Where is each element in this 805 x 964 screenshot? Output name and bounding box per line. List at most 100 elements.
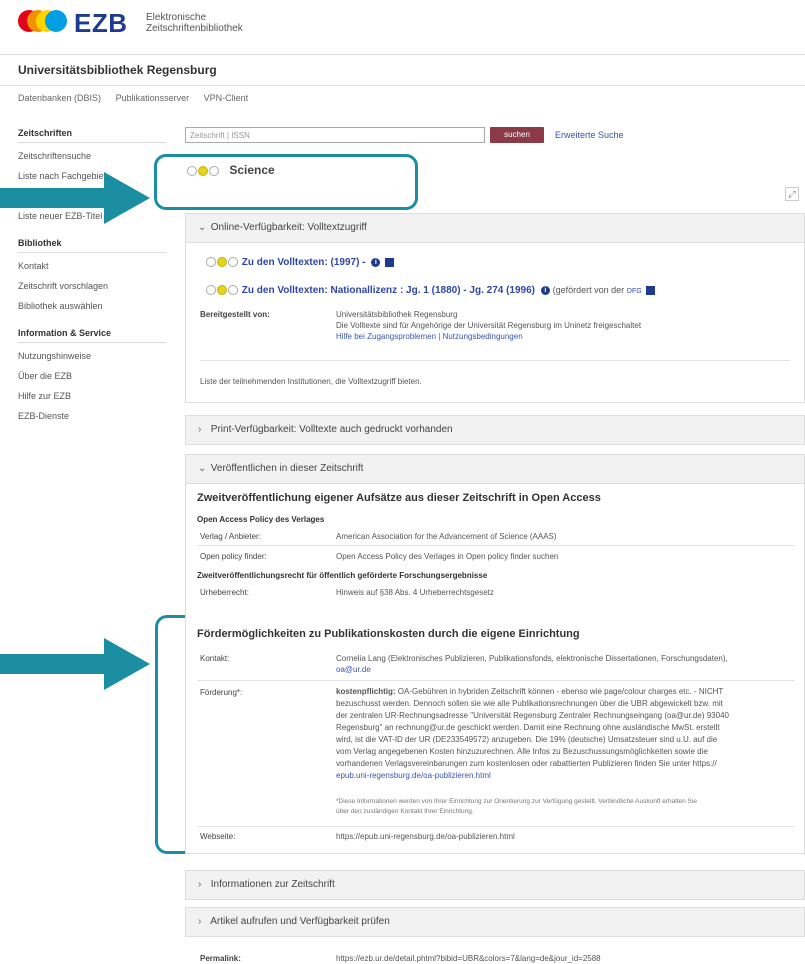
sidebar-item-select-library[interactable]: Bibliothek auswählen <box>18 296 166 316</box>
chevron-down-icon: ⌄ <box>198 222 207 233</box>
publisher-value: American Association for the Advancement… <box>336 532 557 541</box>
sidebar-head-journals: Zeitschriften <box>18 124 166 143</box>
copyright-label: Urheberrecht: <box>200 588 249 597</box>
contact-person: Cornelia Lang (Elektronisches Publiziere… <box>336 654 728 663</box>
finder-label: Open policy finder: <box>200 552 267 561</box>
print-availability-header[interactable]: › Print-Verfügbarkeit: Volltexte auch ge… <box>186 416 804 444</box>
journal-info-panel[interactable]: › Informationen zur Zeitschrift <box>185 870 805 900</box>
provided-by-label: Bereitgestellt von: <box>200 310 270 319</box>
arrow-right-icon-top <box>0 172 150 224</box>
sidebar-head-info: Information & Service <box>18 324 166 343</box>
oa-title: Zweitveröffentlichung eigener Aufsätze a… <box>197 492 601 504</box>
funding-line: vom Verlag angegebenen Kosten hinzuzurec… <box>336 747 708 756</box>
journal-info-title: Informationen zur Zeitschrift <box>210 879 335 890</box>
logo-circles-icon <box>18 10 78 34</box>
funding-title: Fördermöglichkeiten zu Publikationskoste… <box>197 628 580 640</box>
callout-box-title <box>154 154 418 210</box>
permalink-label: Permalink: <box>200 954 241 963</box>
divider <box>200 360 790 361</box>
website-link[interactable]: https://epub.uni-regensburg.de/oa-publiz… <box>336 831 515 842</box>
logo-subtitle: Elektronische Zeitschriftenbibliothek <box>146 12 266 34</box>
topnav-vpn-client[interactable]: VPN-Client <box>204 93 249 103</box>
dfg-note: (gefördert von der <box>552 285 625 295</box>
online-availability-panel: ⌄ Online-Verfügbarkeit: Volltextzugriff <box>185 213 805 403</box>
sidebar-head-library: Bibliothek <box>18 234 166 253</box>
details-icon[interactable] <box>385 257 395 267</box>
oa-policy-head: Open Access Policy des Verlages <box>197 515 325 524</box>
top-nav: Datenbanken (DBIS) Publikationsserver VP… <box>18 93 260 103</box>
funding-status: kostenpflichtig: <box>336 687 396 696</box>
funding-line: bezuschusst werden. Dennoch sollen sie w… <box>336 699 723 708</box>
dfg-logo-link[interactable]: DFG <box>627 288 642 295</box>
publish-title: Veröffentlichen in dieser Zeitschrift <box>210 463 364 474</box>
website-label: Webseite: <box>200 832 236 841</box>
publish-header[interactable]: ⌄ Veröffentlichen in dieser Zeitschrift <box>186 455 804 484</box>
sidebar-item-usage-notes[interactable]: Nutzungshinweise <box>18 346 166 366</box>
contact-email-link[interactable]: oa@ur.de <box>336 664 796 675</box>
advanced-search-link[interactable]: Erweiterte Suche <box>555 130 624 140</box>
logo-sub-line-2: Zeitschriftenbibliothek <box>146 23 243 34</box>
sidebar-item-journal-search[interactable]: Zeitschriftensuche <box>18 146 166 166</box>
topnav-publication-server[interactable]: Publikationsserver <box>116 93 190 103</box>
disclaimer-line-2: über den zuständigen Kontakt Ihrer Einri… <box>336 808 474 815</box>
contact-value: Cornelia Lang (Elektronisches Publiziere… <box>336 653 796 675</box>
info-icon-2[interactable]: i <box>540 285 550 295</box>
arrow-right-icon-bottom <box>0 638 150 690</box>
sidebar-item-help[interactable]: Hilfe zur EZB <box>18 386 166 406</box>
copyright-link[interactable]: Hinweis auf §38 Abs. 4 Urheberrechtsgese… <box>336 587 494 598</box>
funding-line: vorhandenen Verlagsvereinbarungen zum ko… <box>336 759 717 768</box>
article-title: Artikel aufrufen und Verfügbarkeit prüfe… <box>210 916 390 927</box>
access-help-link[interactable]: Hilfe bei Zugangsproblemen | Nutzungsbed… <box>336 331 641 342</box>
sidebar: Zeitschriften Zeitschriftensuche Liste n… <box>18 124 166 426</box>
funding-label: Förderung*: <box>200 688 243 697</box>
fulltext-link-1[interactable]: Zu den Volltexten: (1997) - <box>242 257 366 268</box>
sidebar-item-services[interactable]: EZB-Dienste <box>18 406 166 426</box>
journal-info-header[interactable]: › Informationen zur Zeitschrift <box>186 871 804 899</box>
print-availability-panel[interactable]: › Print-Verfügbarkeit: Volltexte auch ge… <box>185 415 805 445</box>
chevron-right-icon-info: › <box>198 879 202 890</box>
chevron-down-icon-publish: ⌄ <box>198 463 207 474</box>
funding-line: Regensburg" an rechnung@ur.de geschickt … <box>336 723 720 732</box>
divider <box>197 545 795 546</box>
print-availability-title: Print-Verfügbarkeit: Volltexte auch gedr… <box>210 424 453 435</box>
institution-title: Universitätsbibliothek Regensburg <box>18 63 217 77</box>
funding-line: der zentralen UR-Rechnungsadresse "Unive… <box>336 711 729 720</box>
provided-by-value: Universitätsbibliothek Regensburg Die Vo… <box>336 309 641 342</box>
permalink-link[interactable]: https://ezb.ur.de/detail.phtml?bibid=UBR… <box>336 953 601 964</box>
sidebar-item-about[interactable]: Über die EZB <box>18 366 166 386</box>
disclaimer-line-1: *Diese Informationen werden von Ihrer Ei… <box>336 798 697 805</box>
funding-line: wird, ist die VAT-ID der UR (DE233549572… <box>336 735 718 744</box>
institution-bar: Universitätsbibliothek Regensburg <box>0 54 805 86</box>
traffic-light-icon <box>206 257 239 268</box>
info-icon[interactable]: i <box>371 257 381 267</box>
article-panel[interactable]: › Artikel aufrufen und Verfügbarkeit prü… <box>185 907 805 937</box>
chevron-right-icon-article: › <box>198 916 202 927</box>
sidebar-item-suggest-journal[interactable]: Zeitschrift vorschlagen <box>18 276 166 296</box>
divider <box>197 826 795 827</box>
online-availability-title: Online-Verfügbarkeit: Volltextzugriff <box>210 222 367 233</box>
chevron-right-icon: › <box>198 424 202 435</box>
funding-info-link[interactable]: epub.uni-regensburg.de/oa-publizieren.ht… <box>336 770 796 782</box>
article-header[interactable]: › Artikel aufrufen und Verfügbarkeit prü… <box>186 908 804 936</box>
search-input[interactable]: Zeitschrift | ISSN <box>185 127 485 143</box>
logo-sub-line-1: Elektronische <box>146 12 207 23</box>
divider <box>197 680 795 681</box>
second-publication-right-head: Zweitveröffentlichungsrecht für öffentli… <box>197 571 488 580</box>
participating-institutions-link[interactable]: Liste der teilnehmenden Institutionen, d… <box>200 376 422 387</box>
finder-link[interactable]: Open Access Policy des Verlages in Open … <box>336 551 558 562</box>
online-availability-header[interactable]: ⌄ Online-Verfügbarkeit: Volltextzugriff <box>186 214 804 243</box>
search-button[interactable]: suchen <box>490 127 544 143</box>
topnav-dbis[interactable]: Datenbanken (DBIS) <box>18 93 101 103</box>
provider-name: Universitätsbibliothek Regensburg <box>336 310 458 319</box>
provider-access-note: Die Volltexte sind für Angehörige der Un… <box>336 321 642 330</box>
sidebar-item-contact[interactable]: Kontakt <box>18 256 166 276</box>
traffic-light-icon-2 <box>206 285 239 296</box>
funding-disclaimer: *Diese Informationen werden von Ihrer Ei… <box>336 797 798 817</box>
fulltext-link-2[interactable]: Zu den Volltexten: Nationallizenz : Jg. … <box>242 285 535 296</box>
contact-label: Kontakt: <box>200 654 230 663</box>
funding-line: OA-Gebühren in hybriden Zeitschrift könn… <box>397 687 724 696</box>
expand-icon[interactable]: ⤢ <box>785 187 799 201</box>
fulltext-line-2: Zu den Volltexten: Nationallizenz : Jg. … <box>206 285 656 296</box>
logo-text: EZB <box>74 8 128 38</box>
details-icon-2[interactable] <box>646 285 656 295</box>
